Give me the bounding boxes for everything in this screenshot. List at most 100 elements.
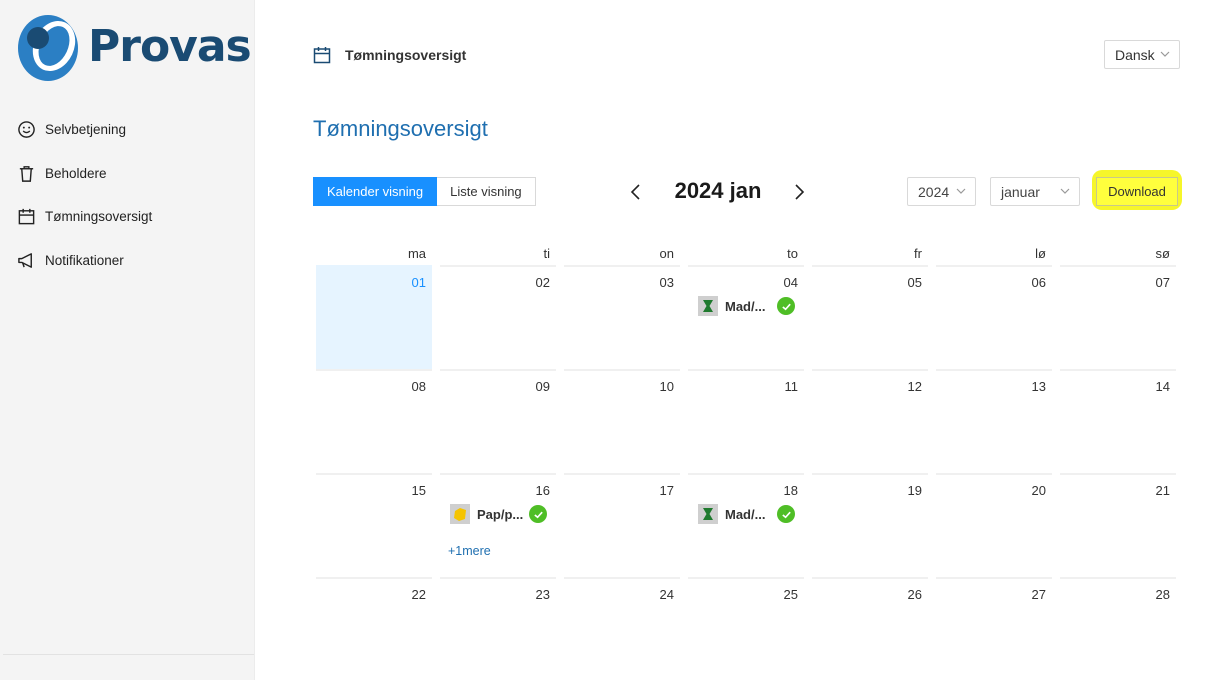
calendar-day[interactable]: 27 xyxy=(936,577,1052,680)
day-number: 28 xyxy=(1155,587,1170,602)
calendar-day[interactable]: 20 xyxy=(936,473,1052,577)
list-view-button[interactable]: Liste visning xyxy=(437,177,536,206)
day-number: 14 xyxy=(1155,379,1170,394)
event-label: Mad/... xyxy=(725,298,766,314)
provas-logo[interactable]: Provas xyxy=(14,10,252,84)
calendar-week: 08 09 10 11 12 13 14 xyxy=(312,369,1180,473)
sidebar-item-selvbetjening[interactable]: Selvbetjening xyxy=(16,108,246,152)
weekday-label: fr xyxy=(914,246,922,261)
day-number: 23 xyxy=(535,587,550,602)
check-icon xyxy=(777,505,795,523)
sidebar-item-label: Notifikationer xyxy=(45,252,124,268)
check-icon xyxy=(529,505,547,523)
check-icon xyxy=(777,297,795,315)
calendar-day[interactable]: 13 xyxy=(936,369,1052,473)
calendar-day[interactable]: 02 xyxy=(440,265,556,369)
calendar-day[interactable]: 16 Pap/p... +1mere xyxy=(440,473,556,577)
calendar-icon xyxy=(16,207,36,227)
download-button[interactable]: Download xyxy=(1096,177,1178,206)
calendar-day[interactable]: 22 xyxy=(316,577,432,680)
day-number: 17 xyxy=(659,483,674,498)
calendar-icon xyxy=(312,45,332,65)
calendar-day[interactable]: 17 xyxy=(564,473,680,577)
sidebar-item-beholdere[interactable]: Beholdere xyxy=(16,152,246,196)
provas-logo-icon xyxy=(18,15,78,81)
current-period: 2024 jan xyxy=(674,178,762,203)
sidebar-divider xyxy=(3,654,254,655)
sidebar-item-label: Selvbetjening xyxy=(45,122,127,138)
calendar-day[interactable]: 05 xyxy=(812,265,928,369)
sidebar-nav: Selvbetjening Beholdere Tømningsoversigt… xyxy=(16,108,246,282)
calendar-day[interactable]: 25 xyxy=(688,577,804,680)
sidebar-item-tomningsoversigt[interactable]: Tømningsoversigt xyxy=(16,195,246,239)
calendar-day[interactable]: 18 Mad/... xyxy=(688,473,804,577)
chevron-right-icon[interactable] xyxy=(790,182,808,202)
day-number: 02 xyxy=(535,275,550,290)
trash-icon xyxy=(16,163,36,183)
calendar-day[interactable]: 28 xyxy=(1060,577,1176,680)
day-number: 20 xyxy=(1031,483,1046,498)
calendar-day[interactable]: 21 xyxy=(1060,473,1176,577)
calendar-week: 01 02 03 04 Mad/... 05 06 07 xyxy=(312,265,1180,369)
day-number: 26 xyxy=(907,587,922,602)
calendar-week: 15 16 Pap/p... +1mere 17 18 Mad/... 19 2… xyxy=(312,473,1180,577)
calendar-day[interactable]: 23 xyxy=(440,577,556,680)
sidebar-item-label: Tømningsoversigt xyxy=(45,209,153,225)
day-number: 21 xyxy=(1155,483,1170,498)
weekday-header: ma ti on to fr lø sø xyxy=(312,240,1180,265)
calendar-day[interactable]: 15 xyxy=(316,473,432,577)
calendar-day[interactable]: 24 xyxy=(564,577,680,680)
pickup-event-paper[interactable]: Pap/p... xyxy=(450,503,547,525)
calendar-day-today[interactable]: 01 xyxy=(316,265,432,369)
calendar-day[interactable]: 03 xyxy=(564,265,680,369)
calendar-day[interactable]: 14 xyxy=(1060,369,1176,473)
day-number: 22 xyxy=(411,587,426,602)
calendar-day[interactable]: 08 xyxy=(316,369,432,473)
chevron-down-icon xyxy=(956,188,966,194)
megaphone-icon xyxy=(16,250,36,270)
chevron-left-icon[interactable] xyxy=(627,182,645,202)
calendar-day[interactable]: 12 xyxy=(812,369,928,473)
calendar: ma ti on to fr lø sø 01 02 03 04 Mad/...… xyxy=(312,240,1180,680)
month-select[interactable]: januar xyxy=(990,177,1080,206)
weekday-label: ma xyxy=(407,246,426,261)
language-select[interactable]: Dansk xyxy=(1104,40,1180,69)
view-toggle: Kalender visning Liste visning xyxy=(313,177,536,206)
calendar-day[interactable]: 04 Mad/... xyxy=(688,265,804,369)
day-number: 18 xyxy=(783,483,798,498)
day-number: 06 xyxy=(1031,275,1046,290)
pickup-event-food[interactable]: Mad/... xyxy=(698,503,795,525)
calendar-day[interactable]: 19 xyxy=(812,473,928,577)
day-number: 25 xyxy=(783,587,798,602)
weekday-label: ti xyxy=(543,246,551,261)
sidebar-item-notifikationer[interactable]: Notifikationer xyxy=(16,239,246,283)
event-label: Mad/... xyxy=(725,506,766,522)
calendar-day[interactable]: 26 xyxy=(812,577,928,680)
day-number: 16 xyxy=(535,483,550,498)
day-number: 27 xyxy=(1031,587,1046,602)
year-select[interactable]: 2024 xyxy=(907,177,976,206)
pickup-event-food[interactable]: Mad/... xyxy=(698,295,795,317)
calendar-day[interactable]: 09 xyxy=(440,369,556,473)
day-number: 09 xyxy=(535,379,550,394)
chevron-down-icon xyxy=(1160,51,1170,57)
weekday-label: sø xyxy=(1155,246,1170,261)
food-waste-bin-icon xyxy=(698,296,718,316)
day-number: 12 xyxy=(907,379,922,394)
brand-name: Provas xyxy=(88,21,252,72)
event-label: Pap/p... xyxy=(477,506,524,522)
day-number: 04 xyxy=(783,275,798,290)
weekday-label: on xyxy=(659,246,674,261)
calendar-day[interactable]: 10 xyxy=(564,369,680,473)
calendar-day[interactable]: 07 xyxy=(1060,265,1176,369)
day-number: 01 xyxy=(411,275,426,290)
day-number: 03 xyxy=(659,275,674,290)
day-number: 07 xyxy=(1155,275,1170,290)
calendar-day[interactable]: 11 xyxy=(688,369,804,473)
more-events-link[interactable]: +1mere xyxy=(448,544,491,558)
calendar-view-button[interactable]: Kalender visning xyxy=(313,177,438,206)
page-title: Tømningsoversigt xyxy=(313,116,488,141)
calendar-day[interactable]: 06 xyxy=(936,265,1052,369)
sidebar: Provas Selvbetjening Beholdere Tømningso… xyxy=(0,0,255,680)
calendar-week: 22 23 24 25 26 27 28 xyxy=(312,577,1180,680)
